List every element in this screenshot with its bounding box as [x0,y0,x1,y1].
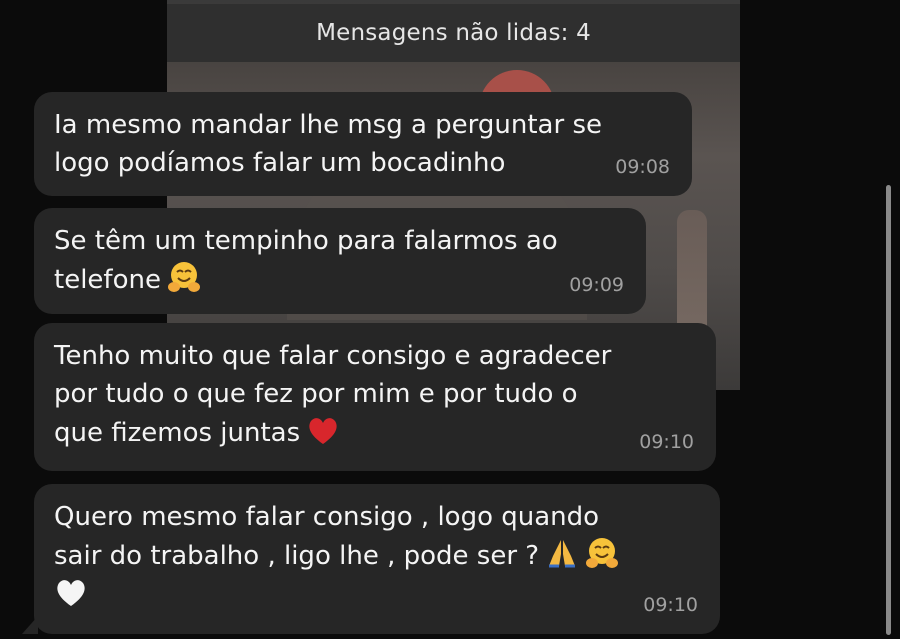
red-heart-icon [309,418,337,444]
wallpaper-minaret [677,210,707,328]
white-heart-icon [57,580,85,606]
message-timestamp: 09:10 [643,594,698,616]
unread-messages-label: Mensagens não lidas: 4 [316,20,591,46]
message-timestamp: 09:08 [615,156,670,178]
message-bubble[interactable]: Se têm um tempinho para falarmos ao tele… [34,208,646,314]
folded-hands-icon [549,540,576,568]
message-text: Se têm um tempinho para falarmos ao tele… [54,226,558,295]
message-bubble-tail [22,616,38,634]
message-text: Quero mesmo falar consigo , logo quando … [54,502,600,571]
message-bubble[interactable]: Quero mesmo falar consigo , logo quando … [34,484,720,634]
unread-messages-banner: Mensagens não lidas: 4 [167,4,740,62]
message-bubble[interactable]: Tenho muito que falar consigo e agradece… [34,323,716,471]
message-bubble[interactable]: Ia mesmo mandar lhe msg a perguntar se l… [34,92,692,196]
message-timestamp: 09:10 [639,431,694,453]
message-timestamp: 09:09 [569,274,624,296]
hugging-face-icon [586,538,619,568]
message-text: Ia mesmo mandar lhe msg a perguntar se l… [54,110,602,178]
chat-scrollbar[interactable] [886,185,891,635]
chat-screen: Mensagens não lidas: 4 Ia mesmo mandar l… [0,0,900,639]
hugging-face-icon [167,262,200,292]
